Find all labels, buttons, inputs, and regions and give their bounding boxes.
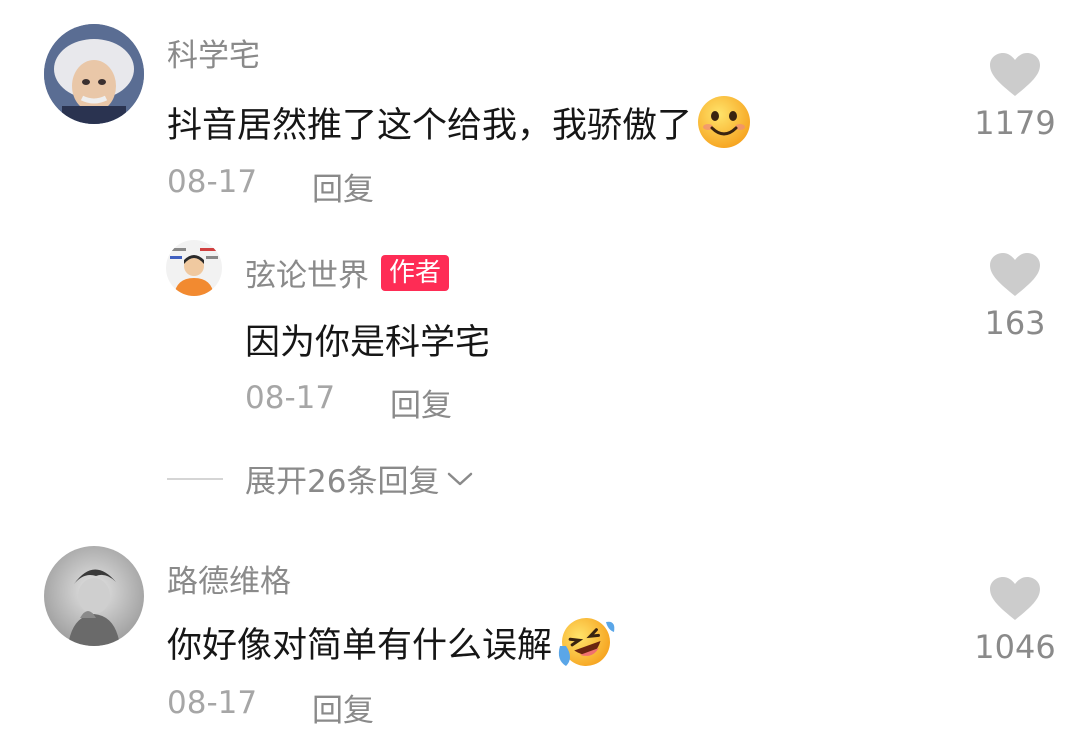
reply-button[interactable]: 回复 [312, 685, 374, 730]
expand-replies-button[interactable]: 展开26条回复 [167, 456, 475, 501]
author-badge: 作者 [381, 254, 450, 291]
like-count: 163 [984, 304, 1046, 342]
comment-1: 科学宅 抖音居然推了这个给我，我骄傲了 08-17 回复 1179 [0, 0, 1080, 230]
avatar[interactable] [44, 546, 144, 646]
comment-date: 08-17 [167, 685, 258, 721]
comment-username[interactable]: 科学宅 [167, 30, 260, 75]
divider-line [167, 477, 223, 480]
comment-text: 抖音居然推了这个给我，我骄傲了 [167, 105, 693, 146]
like-button[interactable]: 1179 [970, 52, 1060, 142]
avatar[interactable] [44, 24, 144, 124]
like-count: 1046 [974, 628, 1056, 666]
comment-2: 路德维格 你好像对简单有什么误解 08-17 回复 1046 [0, 530, 1080, 729]
heart-icon [990, 577, 1040, 620]
heart-icon [990, 253, 1040, 296]
comment-date: 08-17 [167, 164, 258, 200]
avatar[interactable] [166, 240, 222, 296]
reply-header: 弦论世界 作者 [245, 250, 450, 295]
comment-text: 你好像对简单有什么误解 [167, 625, 553, 666]
reply-button[interactable]: 回复 [390, 380, 452, 425]
reply-comment: 弦论世界 作者 因为你是科学宅 08-17 回复 163 [0, 230, 1080, 430]
comment-username[interactable]: 路德维格 [167, 556, 291, 601]
reply-text: 因为你是科学宅 [245, 323, 491, 363]
reply-button[interactable]: 回复 [312, 164, 374, 209]
like-count: 1179 [974, 104, 1056, 142]
heart-icon [990, 53, 1040, 96]
comment-text-row: 抖音居然推了这个给我，我骄傲了 [167, 94, 752, 150]
reply-username[interactable]: 弦论世界 [245, 250, 369, 295]
smile-emoji-icon [696, 94, 752, 150]
comment-text-row: 你好像对简单有什么误解 [167, 612, 616, 672]
like-button[interactable]: 163 [970, 252, 1060, 342]
expand-replies-label: 展开26条回复 [245, 464, 440, 500]
chevron-down-icon [448, 472, 473, 485]
reply-date: 08-17 [245, 380, 336, 416]
laugh-cry-emoji-icon [556, 612, 616, 672]
like-button[interactable]: 1046 [970, 576, 1060, 666]
